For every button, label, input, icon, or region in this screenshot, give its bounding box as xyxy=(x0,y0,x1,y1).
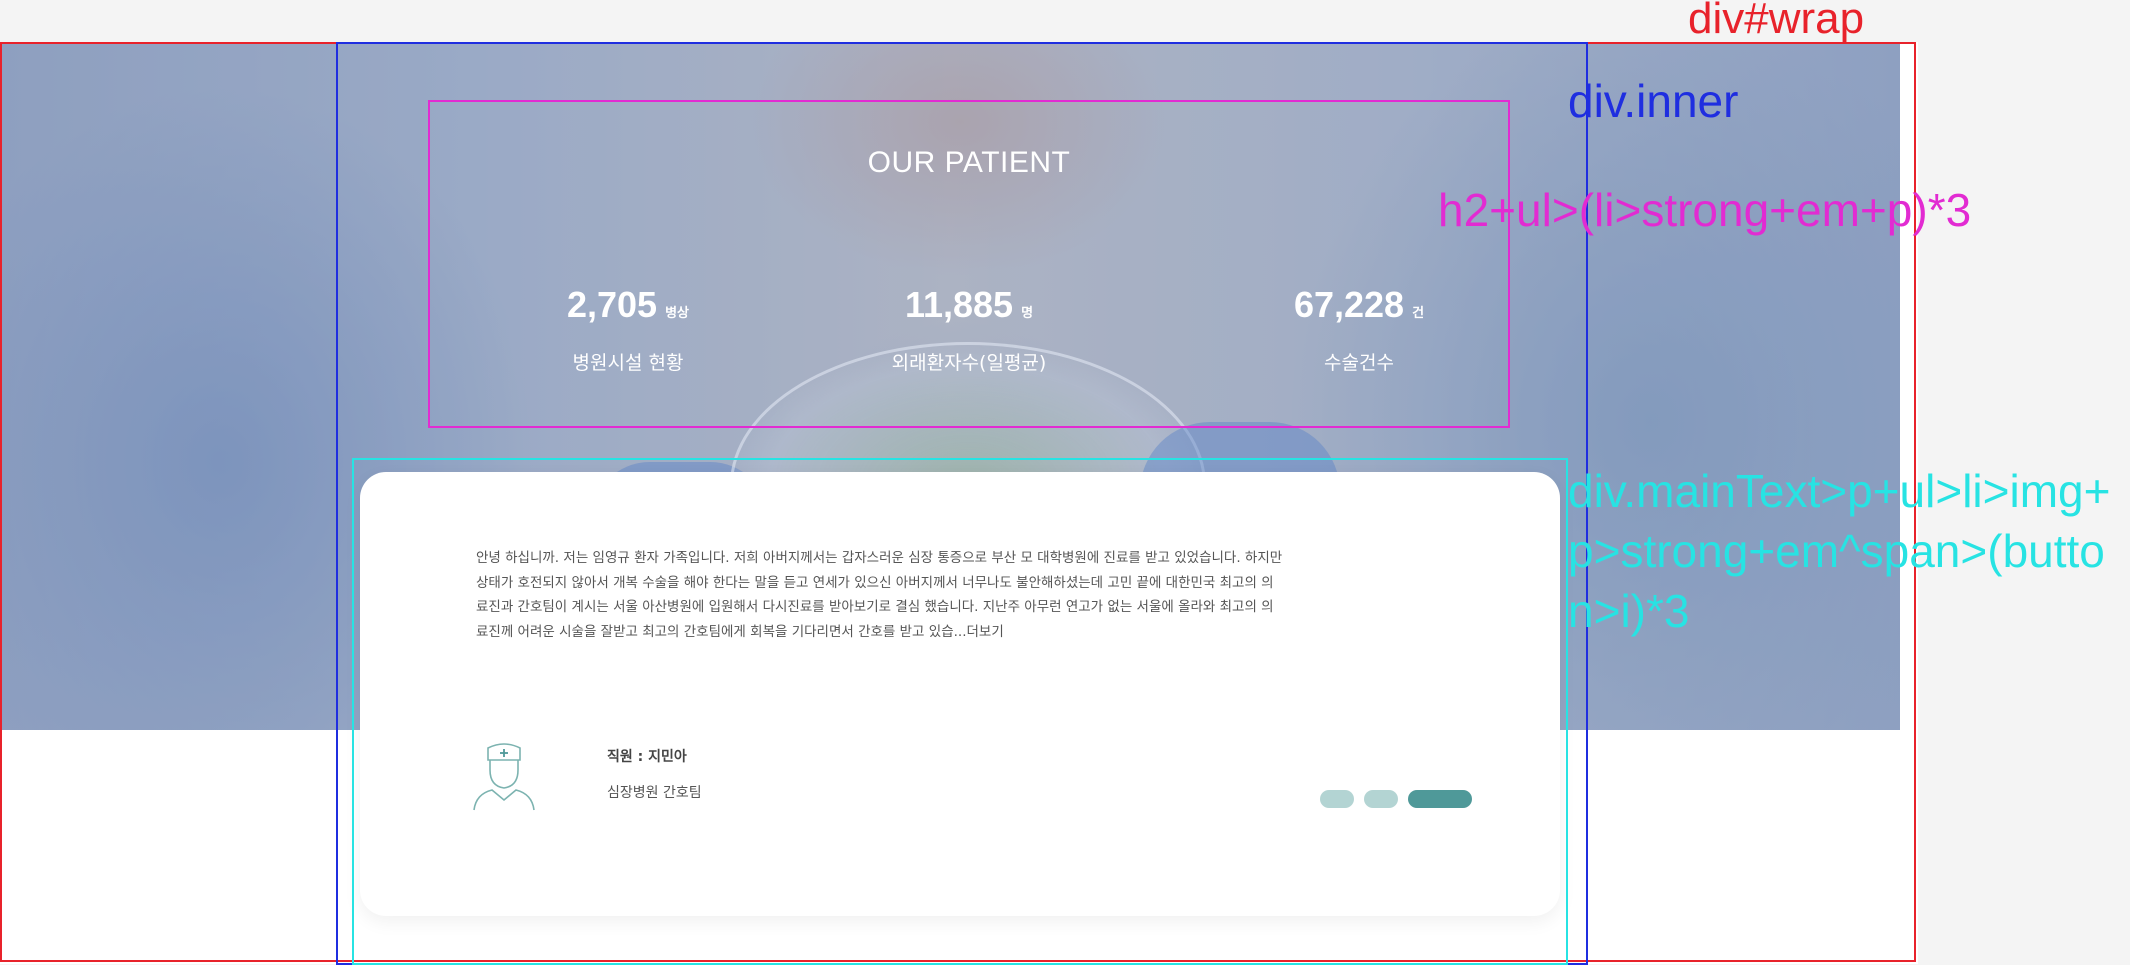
patient-title: OUR PATIENT xyxy=(867,146,1071,179)
pagination-button-2[interactable] xyxy=(1364,790,1398,808)
annotation-main-text-label: div.mainText>p+ul>li>img+p>strong+em^spa… xyxy=(1568,465,2111,637)
stat-label: 수술건수 xyxy=(1324,352,1394,374)
stat-label: 병원시설 현황 xyxy=(572,352,684,374)
pagination-button-1[interactable] xyxy=(1320,790,1354,808)
author-team: 심장병원 간호팀 xyxy=(607,785,702,801)
stat-value: 2,705 xyxy=(566,284,658,325)
stat-item-surgeries: 67,228 건 수술건수 xyxy=(1209,284,1509,375)
stat-unit: 명 xyxy=(1021,306,1034,321)
annotation-wrap-label: div#wrap xyxy=(1688,0,1865,43)
nurse-icon xyxy=(472,742,536,812)
stat-value: 11,885 xyxy=(904,284,1014,325)
patient-stats-section: OUR PATIENT 2,705 병상 병원시설 현황 11,885 명 외래환자… xyxy=(430,102,1508,426)
author-name: 직원 : 지민아 xyxy=(607,749,687,765)
testimonial-paragraph: 안녕 하십니까. 저는 임영규 환자 가족입니다. 저희 아버지께서는 갑자스러… xyxy=(476,550,1283,640)
annotation-inner-label: div.inner xyxy=(1568,75,1739,127)
main-text-card: 안녕 하십니까. 저는 임영규 환자 가족입니다. 저희 아버지께서는 갑자스러… xyxy=(360,472,1560,916)
stat-value: 67,228 xyxy=(1293,284,1405,325)
stats-list: 2,705 병상 병원시설 현황 11,885 명 외래환자수(일평균) 67,22… xyxy=(430,284,1508,394)
stat-item-beds: 2,705 병상 병원시설 현황 xyxy=(478,284,778,375)
stat-label: 외래환자수(일평균) xyxy=(891,352,1047,374)
annotation-heading-list-label: h2+ul>(li>strong+em+p)*3 xyxy=(1438,184,1972,236)
stat-unit: 건 xyxy=(1412,306,1425,321)
stat-item-outpatients: 11,885 명 외래환자수(일평균) xyxy=(819,284,1119,375)
author-info: 직원 : 지민아 심장병원 간호팀 xyxy=(472,742,1072,812)
stat-unit: 병상 xyxy=(665,306,689,321)
pagination-button-3-active[interactable] xyxy=(1408,790,1472,808)
